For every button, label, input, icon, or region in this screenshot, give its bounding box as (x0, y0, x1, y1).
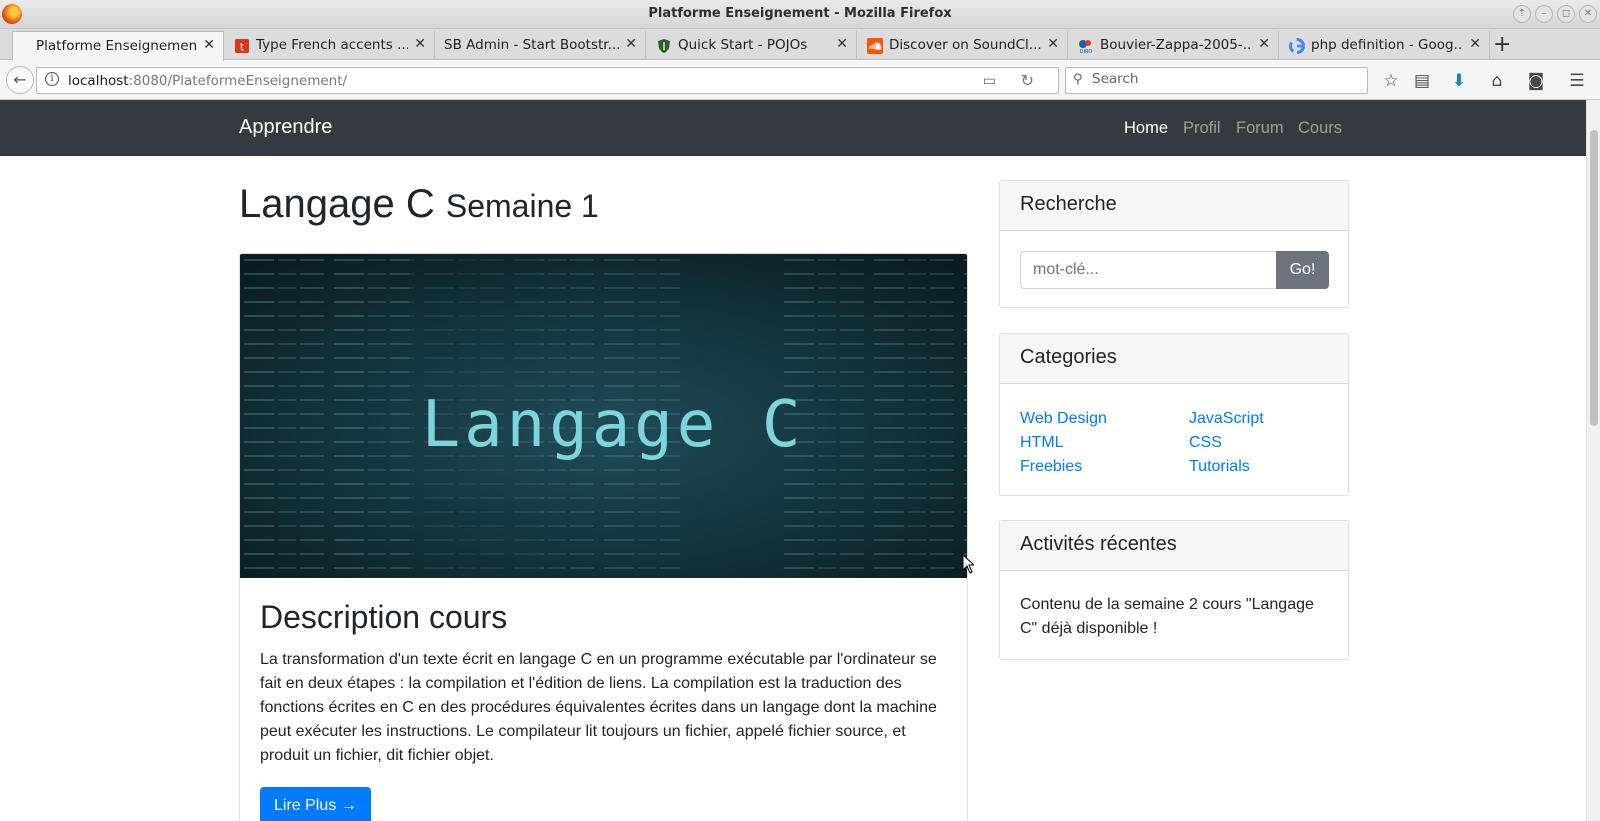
nav-profil[interactable]: Profil (1183, 119, 1221, 138)
category-link[interactable]: JavaScript (1189, 407, 1264, 431)
recent-activity-text: Contenu de la semaine 2 cours "Langage C… (1020, 596, 1314, 637)
nav-home[interactable]: Home (1124, 119, 1168, 138)
page-scrollbar[interactable] (1586, 100, 1600, 821)
category-link[interactable]: CSS (1189, 431, 1264, 455)
mouse-cursor-icon (962, 554, 974, 574)
nav-cours[interactable]: Cours (1298, 119, 1342, 138)
window-titlebar: Platforme Enseignement - Mozilla Firefox… (0, 0, 1600, 29)
course-title: Langage C (239, 182, 435, 226)
course-card: Langage C Description cours La transform… (239, 253, 968, 821)
red-t-icon: t (235, 39, 249, 54)
close-tab-icon[interactable]: ✕ (1258, 36, 1270, 52)
keyword-search-input[interactable] (1020, 251, 1277, 289)
page-viewport: Apprendre Home Profil Forum Cours Langag… (0, 100, 1586, 821)
recent-activity-widget: Activités récentes Contenu de la semaine… (999, 520, 1349, 660)
url-bar[interactable]: i localhost:8080/PlateformeEnseignement/… (36, 67, 1059, 94)
url-text[interactable]: localhost:8080/PlateformeEnseignement/ (68, 73, 347, 89)
course-week: Semaine 1 (445, 188, 599, 224)
reader-view-icon[interactable]: ▭ (983, 73, 996, 89)
browser-search-input[interactable] (1092, 71, 1352, 87)
search-widget-title: Recherche (1000, 181, 1348, 231)
minimize-icon[interactable]: – (1535, 5, 1553, 23)
category-link[interactable]: HTML (1020, 431, 1107, 455)
tab-php-definition[interactable]: php definition - Goog... ✕ (1280, 31, 1490, 60)
page-title: Langage C Semaine 1 (239, 182, 599, 227)
info-icon[interactable]: i (45, 72, 59, 86)
window-up-icon[interactable]: ⇡ (1513, 5, 1531, 23)
shield-favicon (658, 39, 670, 53)
tab-platforme[interactable]: Platforme Enseignement ✕ (12, 31, 224, 61)
close-tab-icon[interactable]: ✕ (414, 36, 426, 52)
diro-icon: DIRO (1079, 40, 1093, 54)
maximize-icon[interactable]: ◻ (1557, 5, 1575, 23)
category-link[interactable]: Web Design (1020, 407, 1107, 431)
nav-forum[interactable]: Forum (1236, 119, 1284, 138)
svg-text:t: t (240, 41, 245, 54)
url-host: localhost (68, 73, 129, 89)
description-heading: Description cours (260, 599, 508, 635)
tab-quick-start[interactable]: Quick Start - POJOs ✕ (647, 31, 857, 60)
google-icon (1289, 38, 1305, 54)
browser-toolbar: ← i localhost:8080/PlateformeEnseignemen… (0, 61, 1600, 100)
magnifier-icon: ⚲ (1073, 72, 1083, 87)
categories-list-left: Web Design HTML Freebies (1020, 407, 1107, 479)
category-link[interactable]: Tutorials (1189, 455, 1264, 479)
new-tab-icon[interactable]: + (1493, 32, 1511, 57)
banner-text: Langage C (422, 388, 805, 462)
scrollbar-thumb[interactable] (1590, 130, 1598, 426)
browser-search-bar[interactable]: ⚲ (1065, 67, 1368, 94)
tab-label: Quick Start - POJOs (678, 37, 808, 53)
search-widget: Recherche Go! (999, 180, 1349, 308)
read-more-button[interactable]: Lire Plus → (260, 787, 371, 821)
description-text: La transformation d'un texte écrit en la… (260, 651, 937, 764)
url-path: :8080/PlateformeEnseignement/ (128, 73, 348, 89)
category-link[interactable]: Freebies (1020, 455, 1107, 479)
categories-list-right: JavaScript CSS Tutorials (1189, 407, 1264, 479)
reload-icon[interactable]: ↻ (1021, 71, 1034, 90)
close-tab-icon[interactable]: ✕ (836, 36, 848, 52)
close-tab-icon[interactable]: ✕ (1047, 36, 1059, 52)
download-arrow-icon[interactable]: ⬇ (1448, 70, 1470, 92)
back-arrow-icon[interactable]: ← (6, 66, 34, 94)
tab-label: Discover on SoundCl... (889, 37, 1041, 53)
reading-list-icon[interactable]: ▤ (1411, 70, 1433, 92)
tab-bouvier-zappa[interactable]: DIRO Bouvier-Zappa-2005-... ✕ (1069, 31, 1279, 60)
tab-strip: Platforme Enseignement ✕ t Type French a… (0, 29, 1600, 61)
close-tab-icon[interactable]: ✕ (625, 36, 637, 52)
soundcloud-icon (867, 38, 883, 54)
bookmark-star-icon[interactable]: ☆ (1380, 70, 1402, 92)
course-banner-image: Langage C (240, 254, 967, 578)
categories-widget: Categories Web Design HTML Freebies Java… (999, 333, 1349, 496)
tab-label: Type French accents ... (256, 37, 408, 53)
site-brand[interactable]: Apprendre (239, 116, 332, 139)
hamburger-menu-icon[interactable]: ☰ (1566, 70, 1588, 92)
close-tab-icon[interactable]: ✕ (1469, 36, 1481, 52)
tab-sb-admin[interactable]: SB Admin - Start Bootstr... ✕ (436, 31, 646, 60)
tab-label: SB Admin - Start Bootstr... (444, 37, 619, 53)
tab-soundcloud[interactable]: Discover on SoundCl... ✕ (858, 31, 1068, 60)
go-button[interactable]: Go! (1276, 251, 1329, 289)
tab-french-accents[interactable]: t Type French accents ... ✕ (225, 31, 435, 60)
site-navbar: Apprendre Home Profil Forum Cours (0, 100, 1586, 156)
home-icon[interactable]: ⌂ (1486, 70, 1508, 92)
categories-title: Categories (1000, 334, 1348, 384)
tab-label: Bouvier-Zappa-2005-... (1100, 37, 1252, 53)
window-title: Platforme Enseignement - Mozilla Firefox (648, 6, 952, 21)
tab-label: Platforme Enseignement (36, 38, 197, 54)
pocket-icon[interactable]: ◙ (1525, 70, 1547, 92)
close-tab-icon[interactable]: ✕ (203, 37, 215, 53)
close-window-icon[interactable]: ✕ (1579, 5, 1597, 23)
tab-label: php definition - Goog... (1311, 37, 1463, 53)
recent-activity-title: Activités récentes (1000, 521, 1348, 571)
svg-text:DIRO: DIRO (1080, 49, 1093, 54)
